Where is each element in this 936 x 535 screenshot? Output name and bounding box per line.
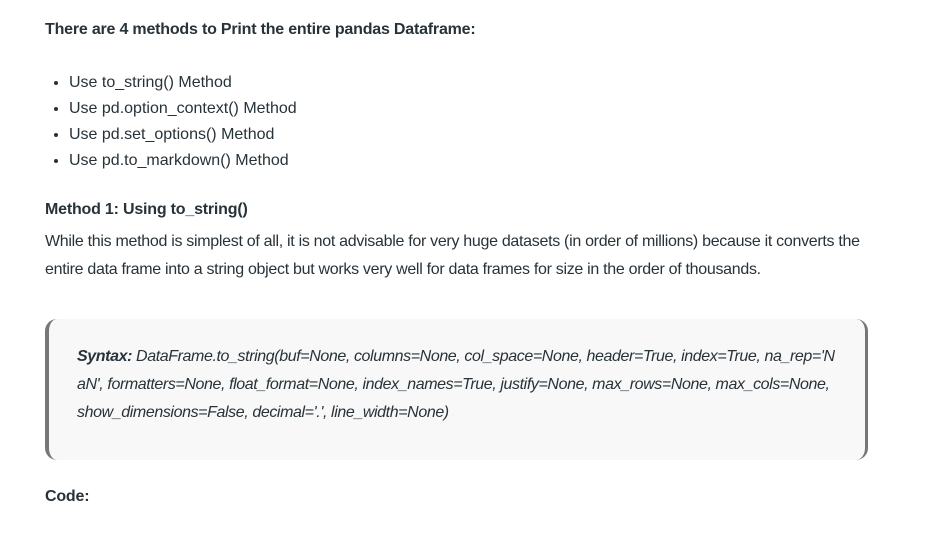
list-item: Use pd.set_options() Method (69, 122, 297, 148)
list-item: Use pd.to_markdown() Method (69, 148, 297, 174)
method1-heading: Method 1: Using to_string() (45, 201, 248, 218)
syntax-text: Syntax: DataFrame.to_string(buf=None, co… (77, 343, 837, 427)
intro-heading: There are 4 methods to Print the entire … (45, 21, 476, 38)
list-item: Use to_string() Method (69, 70, 297, 96)
methods-list: Use to_string() Method Use pd.option_con… (45, 70, 297, 174)
method1-paragraph: While this method is simplest of all, it… (45, 233, 860, 278)
syntax-signature: DataFrame.to_string(buf=None, columns=No… (77, 348, 835, 421)
syntax-box: Syntax: DataFrame.to_string(buf=None, co… (45, 319, 868, 460)
code-heading: Code: (45, 488, 90, 505)
list-item: Use pd.option_context() Method (69, 96, 297, 122)
syntax-label: Syntax: (77, 348, 132, 365)
